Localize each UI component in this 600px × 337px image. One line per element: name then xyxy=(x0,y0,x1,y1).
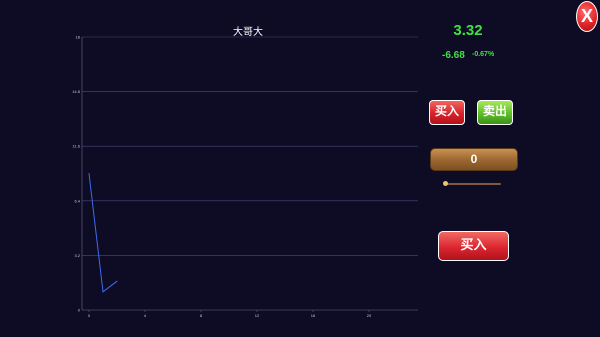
chart-title: 大哥大 xyxy=(233,25,263,38)
y-tick-label: 14.8 xyxy=(72,89,81,94)
game-screen: 大哥大 0 3.2 6.4 11.6 14.8 18 0 4 8 12 16 20 3.32 -6.6… xyxy=(0,0,600,337)
price-change: -6.68 xyxy=(442,50,465,61)
series-line xyxy=(88,173,118,293)
x-tick-label: 8 xyxy=(200,313,203,318)
x-tick-label: 0 xyxy=(88,313,91,318)
x-tick-label: 20 xyxy=(367,313,372,318)
data-point xyxy=(102,291,104,293)
current-price: 3.32 xyxy=(453,22,483,39)
data-point xyxy=(88,173,90,174)
x-tick-label: 16 xyxy=(311,313,316,318)
y-tick-label: 0 xyxy=(78,308,81,313)
sell-tab-button[interactable]: 卖出 xyxy=(477,100,513,125)
y-tick-label: 18 xyxy=(76,35,81,40)
y-tick-label: 6.4 xyxy=(74,198,80,203)
buy-tab-button[interactable]: 买入 xyxy=(429,100,465,125)
buy-confirm-button[interactable]: 买入 xyxy=(438,231,509,261)
y-tick-label: 3.2 xyxy=(74,253,80,258)
quantity-slider[interactable] xyxy=(443,181,501,186)
slider-thumb[interactable] xyxy=(443,181,448,186)
data-point xyxy=(116,280,118,282)
price-change-percent: -0.67% xyxy=(472,51,495,58)
y-tick-label: 11.6 xyxy=(73,144,81,149)
close-button[interactable]: X xyxy=(576,1,598,32)
x-tick-label: 4 xyxy=(144,313,147,318)
x-tick-label: 12 xyxy=(255,313,260,318)
price-chart: 大哥大 0 3.2 6.4 11.6 14.8 18 0 4 8 12 16 20 xyxy=(72,25,418,318)
quantity-display: 0 xyxy=(430,148,518,171)
